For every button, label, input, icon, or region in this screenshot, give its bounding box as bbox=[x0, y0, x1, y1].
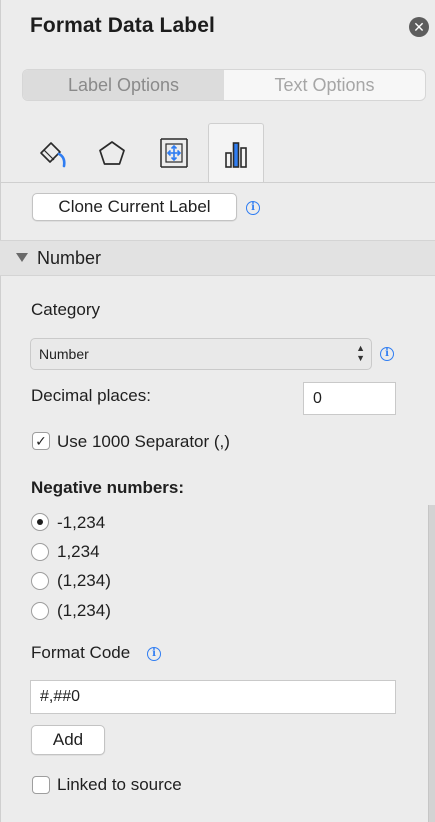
category-select-value: Number bbox=[39, 346, 89, 362]
decimal-places-label: Decimal places: bbox=[31, 386, 151, 405]
linked-to-source-label: Linked to source bbox=[57, 775, 182, 794]
pane-scrollbar[interactable] bbox=[428, 505, 435, 822]
clone-info-icon[interactable]: i bbox=[246, 201, 260, 215]
category-info-icon[interactable]: i bbox=[380, 347, 394, 361]
negative-option-label-4: (1,234) bbox=[57, 601, 111, 620]
tab-label-options[interactable]: Label Options bbox=[23, 70, 224, 100]
number-section-title: Number bbox=[37, 248, 102, 268]
negative-option-radio-3[interactable] bbox=[31, 572, 49, 590]
tab-effects[interactable] bbox=[84, 123, 140, 183]
number-section-header[interactable]: Number bbox=[0, 240, 435, 276]
use-separator-checkbox[interactable]: ✓ bbox=[32, 432, 50, 450]
add-format-button[interactable]: Add bbox=[31, 725, 105, 755]
linked-to-source-checkbox[interactable] bbox=[32, 776, 50, 794]
format-code-info-icon[interactable]: i bbox=[147, 647, 161, 661]
negative-option-label-2: 1,234 bbox=[57, 542, 100, 561]
tab-divider bbox=[0, 182, 435, 183]
format-code-label: Format Code bbox=[31, 643, 131, 662]
clone-current-label-button[interactable]: Clone Current Label bbox=[32, 193, 237, 221]
pane-left-edge bbox=[0, 0, 1, 822]
negative-option-label-3: (1,234) bbox=[57, 571, 111, 590]
fill-line-icon bbox=[40, 142, 66, 168]
negative-option-radio-1[interactable] bbox=[31, 513, 49, 531]
bar-chart-icon bbox=[225, 141, 247, 168]
icon-tab-bar bbox=[22, 123, 426, 183]
tab-size-properties[interactable] bbox=[146, 123, 202, 183]
size-properties-icon bbox=[160, 138, 188, 168]
category-select[interactable]: Number ▲ ▼ bbox=[30, 338, 372, 370]
decimal-places-input[interactable]: 0 bbox=[303, 382, 396, 415]
options-segmented-control: Label Options Text Options bbox=[22, 69, 426, 101]
format-code-input[interactable]: #,##0 bbox=[30, 680, 396, 714]
format-data-label-pane: Format Data Label ✕ Label Options Text O… bbox=[0, 0, 435, 822]
negative-option-label-1: -1,234 bbox=[57, 513, 106, 532]
negative-option-radio-4[interactable] bbox=[31, 602, 49, 620]
use-separator-label: Use 1000 Separator (,) bbox=[57, 432, 230, 451]
close-icon[interactable]: ✕ bbox=[409, 17, 429, 37]
expand-caret-icon bbox=[16, 253, 28, 262]
tab-text-options[interactable]: Text Options bbox=[224, 70, 425, 100]
negative-option-radio-2[interactable] bbox=[31, 543, 49, 561]
pane-title: Format Data Label bbox=[30, 14, 215, 37]
category-label: Category bbox=[31, 300, 100, 319]
negative-numbers-label: Negative numbers: bbox=[31, 478, 185, 497]
select-stepper-icon: ▲ ▼ bbox=[356, 343, 365, 363]
tab-label-options-chart[interactable] bbox=[208, 123, 264, 183]
pentagon-icon bbox=[99, 141, 125, 165]
tab-fill-line[interactable] bbox=[24, 123, 80, 183]
